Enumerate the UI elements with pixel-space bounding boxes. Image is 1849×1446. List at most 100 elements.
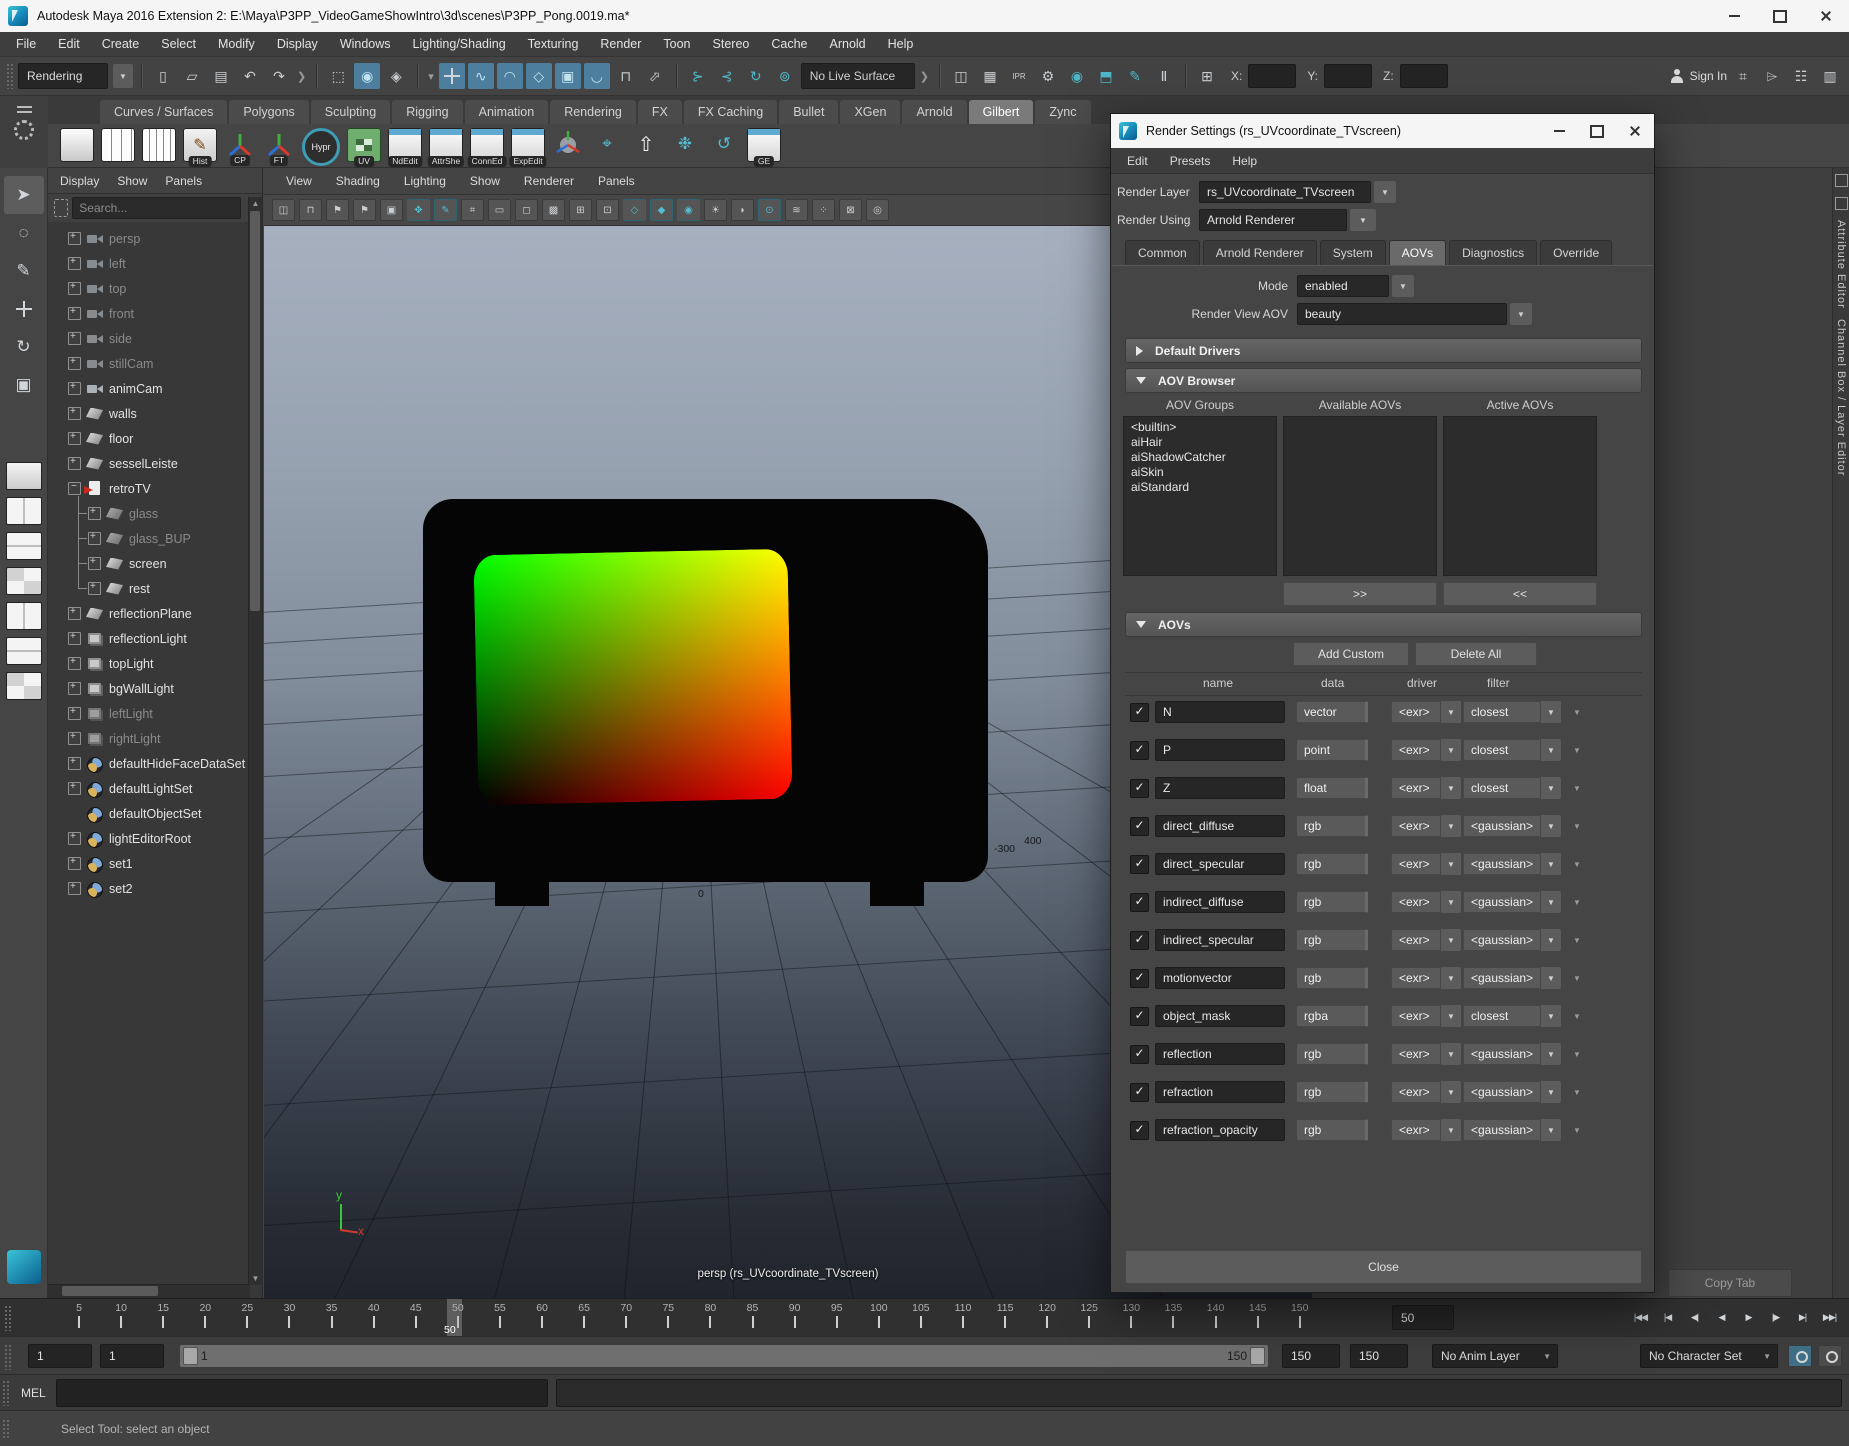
- menu-item[interactable]: Edit: [58, 37, 80, 51]
- viewport-menu-item[interactable]: Renderer: [524, 174, 574, 188]
- measure-tool-icon[interactable]: ⌖: [591, 128, 623, 160]
- custom-operations-icon[interactable]: ⊚: [772, 63, 798, 89]
- aov-filter-dropdown[interactable]: <gaussian>: [1463, 929, 1541, 951]
- close-render-settings-button[interactable]: Close: [1125, 1250, 1642, 1284]
- transport-button[interactable]: ▶|: [1790, 1304, 1815, 1331]
- expand-toggle-icon[interactable]: [68, 282, 81, 295]
- playback-start-field[interactable]: 1: [100, 1344, 164, 1368]
- outliner-item[interactable]: lightEditorRoot: [48, 826, 262, 851]
- aov-name-field[interactable]: indirect_diffuse: [1155, 891, 1285, 913]
- outliner-item[interactable]: rightLight: [48, 726, 262, 751]
- aov-filter-dropdown[interactable]: <gaussian>: [1463, 891, 1541, 913]
- wireframe-icon[interactable]: ◇: [623, 199, 646, 221]
- driver-arrow-icon[interactable]: ▼: [1441, 1119, 1461, 1141]
- range-start-handle[interactable]: [183, 1347, 198, 1365]
- select-camera-icon[interactable]: ◫: [272, 199, 295, 221]
- outliner-item[interactable]: set1: [48, 851, 262, 876]
- camera-attributes-icon[interactable]: ⚑: [326, 199, 349, 221]
- aov-enabled-checkbox[interactable]: ✓: [1130, 703, 1149, 722]
- channel-box-layer-editor-tab[interactable]: Channel Box / Layer Editor: [1835, 319, 1847, 476]
- aov-driver-dropdown[interactable]: <exr>: [1391, 929, 1441, 951]
- aov-filter-dropdown[interactable]: closest: [1463, 739, 1541, 761]
- row-menu-icon[interactable]: ▼: [1573, 1012, 1581, 1021]
- dock-collapse-icon[interactable]: [1835, 174, 1848, 187]
- render-settings-menu-item[interactable]: Presets: [1170, 154, 1211, 168]
- transport-button[interactable]: ▶: [1736, 1304, 1761, 1331]
- aov-group-item[interactable]: aiShadowCatcher: [1131, 450, 1276, 465]
- render-settings-tab[interactable]: System: [1320, 240, 1386, 265]
- live-surface-field[interactable]: No Live Surface: [801, 63, 915, 89]
- row-menu-icon[interactable]: ▼: [1573, 974, 1581, 983]
- attribute-editor-tab[interactable]: Attribute Editor: [1835, 220, 1847, 309]
- render-settings-icon[interactable]: ⚙: [1035, 63, 1061, 89]
- row-menu-icon[interactable]: ▼: [1573, 1126, 1581, 1135]
- aov-name-field[interactable]: P: [1155, 739, 1285, 761]
- shelf-tab[interactable]: Animation: [465, 100, 549, 124]
- command-language-label[interactable]: MEL: [21, 1386, 46, 1400]
- aov-name-field[interactable]: N: [1155, 701, 1285, 723]
- default-drivers-section-header[interactable]: Default Drivers: [1125, 338, 1642, 363]
- lasso-tool-icon[interactable]: ◌: [4, 214, 44, 252]
- aov-driver-dropdown[interactable]: <exr>: [1391, 1005, 1441, 1027]
- ft-axis-icon[interactable]: FT: [263, 128, 295, 160]
- outliner-item[interactable]: side: [48, 326, 262, 351]
- aov-name-field[interactable]: object_mask: [1155, 1005, 1285, 1027]
- driver-arrow-icon[interactable]: ▼: [1441, 777, 1461, 799]
- outliner-item[interactable]: defaultLightSet: [48, 776, 262, 801]
- fluid-drops-icon[interactable]: ❉: [669, 128, 701, 160]
- aov-driver-dropdown[interactable]: <exr>: [1391, 701, 1441, 723]
- filter-arrow-icon[interactable]: ▼: [1541, 815, 1561, 837]
- aov-driver-dropdown[interactable]: <exr>: [1391, 853, 1441, 875]
- menu-item[interactable]: File: [16, 37, 36, 51]
- aov-enabled-checkbox[interactable]: ✓: [1130, 1045, 1149, 1064]
- expand-toggle-icon[interactable]: [68, 357, 81, 370]
- expand-toggle-icon[interactable]: [68, 382, 81, 395]
- expand-toggle-icon[interactable]: [68, 257, 81, 270]
- snap-to-point-icon[interactable]: ◠: [497, 63, 523, 89]
- resolution-gate-icon[interactable]: ◻: [515, 199, 538, 221]
- render-settings-tab[interactable]: Common: [1125, 240, 1200, 265]
- menu-item[interactable]: Help: [888, 37, 914, 51]
- expand-toggle-icon[interactable]: [68, 832, 81, 845]
- snap-to-view-plane-icon[interactable]: ▣: [555, 63, 581, 89]
- set-key-icon[interactable]: [1788, 1345, 1812, 1367]
- construction-history-icon[interactable]: ↻: [743, 63, 769, 89]
- layout-outliner-persp-button[interactable]: [6, 602, 42, 630]
- workspace-icon-1[interactable]: ⌗: [1730, 63, 1756, 89]
- lock-selection-icon[interactable]: ⊓: [613, 63, 639, 89]
- render-settings-tab[interactable]: Override: [1540, 240, 1612, 265]
- shelf-gear-icon[interactable]: [14, 120, 34, 140]
- outliner-item[interactable]: topLight: [48, 651, 262, 676]
- layout-two-pane-button[interactable]: [6, 497, 42, 525]
- lights-icon[interactable]: ☀: [704, 199, 727, 221]
- scrollbar-thumb[interactable]: [250, 211, 260, 611]
- shelf-tab[interactable]: Zync: [1035, 100, 1090, 124]
- expand-toggle-icon[interactable]: [68, 482, 81, 495]
- current-frame-field[interactable]: 50: [1392, 1305, 1454, 1330]
- aov-name-field[interactable]: Z: [1155, 777, 1285, 799]
- snap-options-chevron[interactable]: ▾: [428, 70, 434, 83]
- snap-to-curve-icon[interactable]: ∿: [468, 63, 494, 89]
- shelf-tab[interactable]: Polygons: [229, 100, 308, 124]
- aov-name-field[interactable]: motionvector: [1155, 967, 1285, 989]
- aov-data-dropdown[interactable]: vector: [1296, 701, 1368, 723]
- save-scene-icon[interactable]: ▤: [208, 63, 234, 89]
- single-pane-layout-icon[interactable]: [60, 128, 94, 162]
- transport-button[interactable]: ▶▶|: [1817, 1304, 1842, 1331]
- playback-range-bar[interactable]: 1 150: [180, 1345, 1268, 1367]
- rotate-tool-icon[interactable]: ↻: [4, 328, 44, 366]
- range-end-handle[interactable]: [1250, 1347, 1265, 1365]
- shelf-tab[interactable]: FX Caching: [684, 100, 777, 124]
- playback-end-field[interactable]: 150: [1282, 1344, 1340, 1368]
- layout-persp-graph-button[interactable]: [6, 637, 42, 665]
- aov-filter-dropdown[interactable]: closest: [1463, 777, 1541, 799]
- filter-arrow-icon[interactable]: ▼: [1541, 1081, 1561, 1103]
- aov-data-dropdown[interactable]: float: [1296, 777, 1368, 799]
- live-surface-chevron[interactable]: ❯: [920, 70, 929, 83]
- close-button[interactable]: [1803, 0, 1849, 32]
- expand-toggle-icon[interactable]: [68, 607, 81, 620]
- highlight-selection-icon[interactable]: ⬀: [642, 63, 668, 89]
- current-frame-marker[interactable]: 50: [447, 1299, 462, 1337]
- outliner-item[interactable]: glass_BUP: [48, 526, 262, 551]
- shelf-tab[interactable]: Rendering: [550, 100, 636, 124]
